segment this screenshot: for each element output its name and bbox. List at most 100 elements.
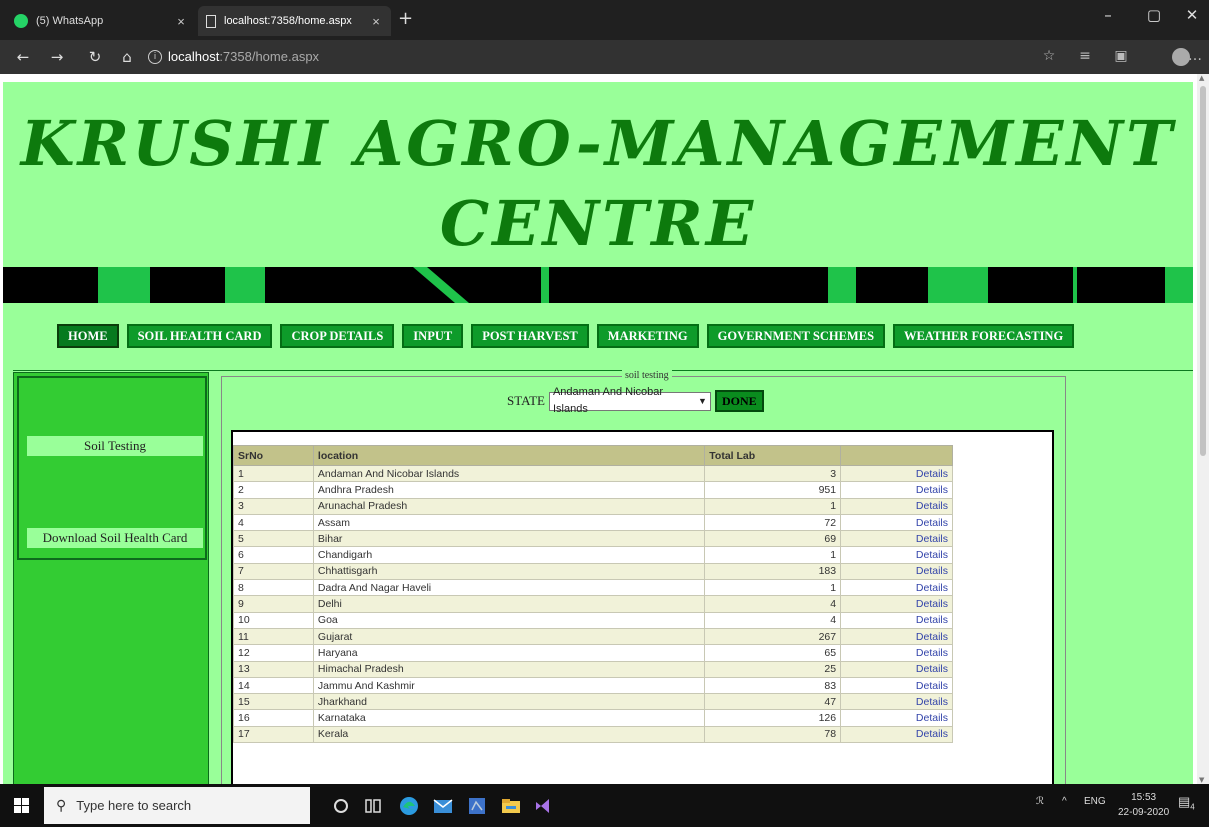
mail-icon[interactable] [432,795,454,817]
stripe-segment [828,267,856,303]
details-link[interactable]: Details [840,562,953,581]
tab-home-aspx[interactable]: localhost:7358/home.aspx × [198,6,391,36]
minimize-button[interactable]: – [1088,6,1128,24]
cell-location: Assam [312,513,706,532]
details-link[interactable]: Details [840,579,953,597]
cell-total-lab: 1 [704,497,842,515]
state-selected-value: Andaman And Nicobar Islands [552,386,664,415]
sidebar-item-download-soil-health-card[interactable]: Download Soil Health Card [27,528,203,548]
cell-srno: 9 [233,595,314,613]
details-link[interactable]: Details [840,709,953,727]
table-row: 4 Assam 72 Details [233,513,953,532]
cell-srno: 5 [233,530,314,548]
menu-government-schemes[interactable]: GOVERNMENT SCHEMES [706,324,886,348]
site-title: KRUSHI AGRO-MANAGEMENT CENTRE [3,104,1193,264]
close-tab-icon[interactable]: × [369,14,383,29]
scrollbar-thumb[interactable] [1200,86,1206,456]
stripe-diagonal [413,267,469,303]
cell-srno: 7 [233,562,314,581]
lab-table: SrNo location Total Lab 1 Andaman And Nic… [233,445,953,744]
details-link[interactable]: Details [840,660,953,678]
favorites-list-icon[interactable]: ≡ [1074,48,1096,64]
details-link[interactable]: Details [840,497,953,515]
details-link[interactable]: Details [840,530,953,548]
cell-location: Chhattisgarh [312,562,706,581]
home-icon[interactable]: ⌂ [116,48,138,66]
tab-title: localhost:7358/home.aspx [224,15,352,27]
profile-avatar[interactable] [1172,48,1190,66]
details-link[interactable]: Details [840,595,953,613]
windows-start-icon[interactable] [14,798,30,814]
menu-crop-details[interactable]: CROP DETAILS [280,324,395,348]
maximize-button[interactable]: ▢ [1134,6,1174,24]
stripe-segment [98,267,150,303]
col-header-total-lab: Total Lab [704,445,842,466]
clock-time: 15:53 [1131,792,1157,803]
table-row: 7 Chhattisgarh 183 Details [233,562,953,581]
cell-location: Andaman And Nicobar Islands [312,464,706,483]
cell-total-lab: 78 [704,725,842,744]
details-link[interactable]: Details [840,611,953,629]
chevron-up-icon[interactable]: ^ [1062,796,1067,807]
menu-post-harvest[interactable]: POST HARVEST [471,324,589,348]
cell-location: Jammu And Kashmir [312,676,706,695]
cortana-icon[interactable] [330,795,352,817]
sidebar-item-soil-testing[interactable]: Soil Testing [27,436,203,456]
back-arrow-icon[interactable]: ← [12,48,34,66]
state-label: STATE [507,393,545,408]
details-link[interactable]: Details [840,676,953,695]
details-link[interactable]: Details [840,464,953,483]
details-link[interactable]: Details [840,725,953,744]
table-row: 15 Jharkhand 47 Details [233,693,953,711]
cell-srno: 3 [233,497,314,515]
notification-center-icon[interactable]: ▤4 [1178,794,1195,812]
edge-browser-icon[interactable] [398,795,420,817]
file-explorer-icon[interactable] [500,795,522,817]
taskbar-search-input[interactable]: ⚲ Type here to search [44,787,310,824]
info-icon[interactable]: i [148,50,162,64]
language-indicator[interactable]: ENG [1084,796,1106,807]
details-link[interactable]: Details [840,546,953,564]
visual-studio-icon[interactable] [532,795,554,817]
refresh-icon[interactable]: ↻ [84,48,106,66]
cell-location: Gujarat [312,627,706,646]
address-input[interactable]: localhost:7358/home.aspx [168,49,319,64]
menu-weather-forecasting[interactable]: WEATHER FORECASTING [893,324,1075,348]
tab-whatsapp[interactable]: (5) WhatsApp × [6,6,196,36]
state-filter: STATE Andaman And Nicobar Islands ▼ DONE [507,386,764,415]
menu-soil-health-card[interactable]: SOIL HEALTH CARD [126,324,273,348]
done-button[interactable]: DONE [714,390,764,412]
task-view-icon[interactable] [362,795,384,817]
details-link[interactable]: Details [840,513,953,532]
scroll-up-icon[interactable]: ▲ [1199,74,1204,82]
soil-testing-panel: soil testing STATE Andaman And Nicobar I… [221,370,1066,784]
url-host: localhost [168,49,220,64]
details-link[interactable]: Details [840,627,953,646]
people-icon[interactable]: ℛ [1036,796,1044,807]
vertical-scrollbar[interactable]: ▲ ▼ [1197,74,1209,784]
cell-srno: 6 [233,546,314,564]
favorite-star-icon[interactable]: ☆ [1038,48,1060,64]
details-link[interactable]: Details [840,693,953,711]
col-header-action [840,445,953,466]
new-tab-button[interactable]: + [398,8,413,29]
close-window-button[interactable]: ✕ [1172,6,1209,24]
cell-location: Kerala [312,725,706,744]
cell-srno: 1 [233,464,314,483]
close-tab-icon[interactable]: × [174,14,188,29]
scroll-down-icon[interactable]: ▼ [1199,776,1204,784]
details-link[interactable]: Details [840,481,953,499]
details-link[interactable]: Details [840,644,953,662]
cell-location: Himachal Pradesh [312,660,706,678]
visual-studio-solution-icon[interactable] [466,795,488,817]
forward-arrow-icon[interactable]: → [46,48,68,66]
system-clock[interactable]: 15:53 22-09-2020 [1118,790,1169,820]
menu-input[interactable]: INPUT [402,324,464,348]
search-placeholder: Type here to search [76,798,192,813]
menu-home[interactable]: HOME [57,324,119,348]
menu-marketing[interactable]: MARKETING [596,324,699,348]
state-select[interactable]: Andaman And Nicobar Islands ▼ [548,386,711,415]
collections-icon[interactable]: ▣ [1110,48,1132,64]
tab-title: (5) WhatsApp [36,15,104,27]
whatsapp-icon [14,14,28,28]
